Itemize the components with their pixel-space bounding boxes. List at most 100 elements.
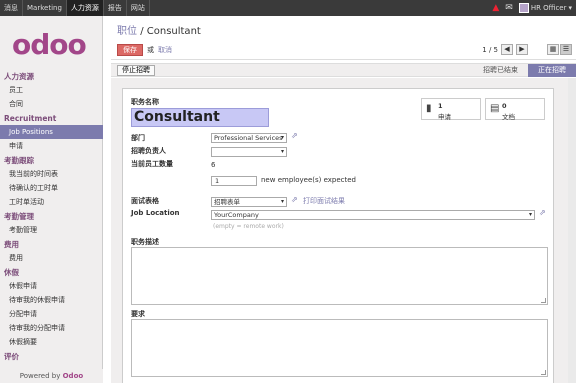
sidebar-item[interactable]: 费用 <box>0 251 103 265</box>
job-name-label: 职务名称 <box>131 98 159 106</box>
dropdown-arrow-icon: ▾ <box>528 211 532 218</box>
external-link-icon[interactable]: ⇗ <box>291 195 298 204</box>
sidebar-item[interactable]: 休假摘要 <box>0 335 103 349</box>
scrollbar[interactable] <box>568 78 576 383</box>
job-description-label: 职务描述 <box>131 238 159 246</box>
alert-icon[interactable]: ▲ <box>492 3 499 13</box>
status-bar: 停止招聘 招聘已结束 正在招聘 <box>111 63 576 77</box>
recruiter-select[interactable]: ▾ <box>211 147 287 157</box>
department-select[interactable]: Professional Services ▾ <box>211 133 287 143</box>
top-menu-hr[interactable]: 人力资源 <box>66 0 104 16</box>
view-switcher: ▦ ☰ <box>547 44 572 55</box>
sidebar-item[interactable]: 待确认的工时单 <box>0 181 103 195</box>
sidebar-item[interactable]: Job Positions <box>0 125 103 139</box>
job-name-input[interactable]: Consultant <box>131 108 269 127</box>
stage-recruitment-in-progress[interactable]: 正在招聘 <box>528 64 576 77</box>
dropdown-arrow-icon: ▾ <box>280 198 284 205</box>
powered-by: Powered by Odoo <box>0 369 103 383</box>
stage-recruitment-done[interactable]: 招聘已结束 <box>477 64 524 77</box>
requirements-textarea[interactable] <box>131 319 548 377</box>
sidebar-section-title: 休假 <box>4 268 19 277</box>
resize-handle-icon[interactable] <box>541 370 546 375</box>
sidebar-item[interactable]: 合同 <box>0 97 103 111</box>
header-divider <box>111 59 576 60</box>
requirements-label: 要求 <box>131 310 145 318</box>
list-view-icon[interactable]: ☰ <box>560 44 572 55</box>
external-link-icon[interactable]: ⇗ <box>291 131 298 140</box>
current-employees-value: 6 <box>211 161 216 169</box>
job-location-label: Job Location <box>131 209 180 217</box>
chat-icon[interactable]: ✉ <box>505 3 513 13</box>
top-menu-reports[interactable]: 报告 <box>104 0 127 16</box>
sidebar-item[interactable]: 工时单活动 <box>0 195 103 209</box>
current-employees-label: 当前员工数量 <box>131 160 173 168</box>
sheet-background: 职务名称 Consultant ▮ 1 申请 ▤ 0 文档 部门 Profess… <box>111 78 576 383</box>
print-interview-link[interactable]: 打印面试结果 <box>303 196 345 206</box>
next-icon[interactable]: ▶ <box>516 44 528 55</box>
job-location-hint: (empty = remote work) <box>213 223 284 230</box>
external-link-icon[interactable]: ⇗ <box>539 208 546 217</box>
user-name: HR Officer <box>530 4 567 12</box>
documents-count: 0 <box>502 102 507 110</box>
stop-recruitment-button[interactable]: 停止招聘 <box>117 65 155 76</box>
document-icon: ▮ <box>426 103 432 114</box>
user-menu[interactable]: HR Officer ▾ <box>518 3 572 13</box>
expected-employees-suffix: new employee(s) expected <box>261 176 356 184</box>
breadcrumb-parent[interactable]: 职位 <box>117 26 137 37</box>
applications-label: 申请 <box>438 113 451 121</box>
recruiter-label: 招聘负责人 <box>131 147 166 155</box>
top-right: ▲ ✉ HR Officer ▾ <box>492 0 572 16</box>
sidebar-item[interactable]: 待审我的分配申请 <box>0 321 103 335</box>
sidebar-item[interactable]: 考勤管理 <box>0 223 103 237</box>
breadcrumb: 职位 / Consultant <box>117 22 201 37</box>
top-menu-messages[interactable]: 消息 <box>0 0 23 16</box>
form-sheet: 职务名称 Consultant ▮ 1 申请 ▤ 0 文档 部门 Profess… <box>122 88 554 383</box>
sidebar-item[interactable]: 我当前的时间表 <box>0 167 103 181</box>
sidebar-item[interactable]: 分配申请 <box>0 307 103 321</box>
sidebar-section-title: 评价 <box>4 352 19 361</box>
main-content: 职位 / Consultant 保存 或 取消 1 / 5 ◀ ▶ ▦ ☰ 停止… <box>111 16 576 383</box>
sidebar-section-title: 人力资源 <box>4 72 34 81</box>
breadcrumb-separator: / <box>140 26 144 37</box>
interview-form-value: 招聘表单 <box>214 198 240 206</box>
pager: 1 / 5 ◀ ▶ <box>482 44 528 55</box>
job-location-value: YourCompany <box>214 211 259 219</box>
sidebar-section-title: 考勤跟踪 <box>4 156 34 165</box>
powered-prefix: Powered by <box>19 372 61 380</box>
dropdown-arrow-icon: ▾ <box>280 148 284 155</box>
book-icon: ▤ <box>490 103 500 114</box>
sidebar-item[interactable]: 员工 <box>0 83 103 97</box>
expected-employees-input[interactable]: 1 <box>211 176 257 186</box>
job-location-select[interactable]: YourCompany ▾ <box>211 210 535 220</box>
documents-label: 文档 <box>502 113 515 121</box>
discard-button[interactable]: 取消 <box>158 45 172 55</box>
interview-form-select[interactable]: 招聘表单 ▾ <box>211 197 287 207</box>
kanban-view-icon[interactable]: ▦ <box>547 44 559 55</box>
job-description-textarea[interactable] <box>131 247 548 305</box>
form-buttons: 保存 或 取消 <box>117 44 172 56</box>
sidebar-nav: 人力资源 员工 合同 Recruitment Job Positions 申请 考勤跟踪 我当… <box>0 69 103 363</box>
previous-icon[interactable]: ◀ <box>501 44 513 55</box>
top-menu-marketing[interactable]: Marketing <box>23 0 67 16</box>
sidebar-section-title: 费用 <box>4 240 19 249</box>
resize-handle-icon[interactable] <box>541 298 546 303</box>
odoo-logo[interactable]: odoo <box>12 28 87 61</box>
or-label: 或 <box>147 46 154 54</box>
department-value: Professional Services <box>214 134 283 142</box>
documents-stat-button[interactable]: ▤ 0 文档 <box>485 98 545 121</box>
sidebar-item[interactable]: 申请 <box>0 139 103 153</box>
sidebar-section-title: 考勤管理 <box>4 212 34 221</box>
pager-text: 1 / 5 <box>482 45 498 54</box>
interview-form-label: 面试表格 <box>131 197 159 205</box>
breadcrumb-current: Consultant <box>146 26 201 37</box>
top-menu-website[interactable]: 网站 <box>127 0 150 16</box>
sidebar-item[interactable]: 待审我的休假申请 <box>0 293 103 307</box>
applications-count: 1 <box>438 102 443 110</box>
top-bar: 消息 Marketing 人力资源 报告 网站 ▲ ✉ HR Officer ▾ <box>0 0 576 16</box>
sidebar-item[interactable]: 休假申请 <box>0 279 103 293</box>
chevron-down-icon: ▾ <box>568 4 572 12</box>
powered-brand-link[interactable]: Odoo <box>63 372 84 380</box>
save-button[interactable]: 保存 <box>117 44 143 56</box>
avatar <box>518 3 529 13</box>
applications-stat-button[interactable]: ▮ 1 申请 <box>421 98 481 121</box>
